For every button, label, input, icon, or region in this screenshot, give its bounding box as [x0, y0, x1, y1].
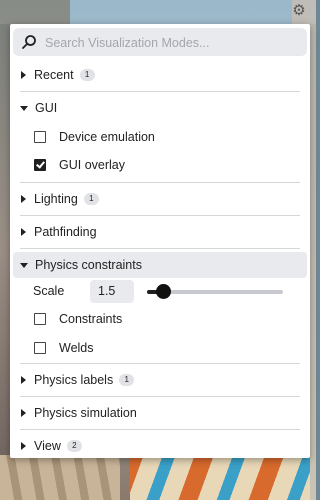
gear-icon[interactable]: ⚙ [291, 3, 307, 19]
section-gui[interactable]: GUI [13, 95, 307, 121]
option-label: Device emulation [59, 130, 155, 144]
option-constraints[interactable]: Constraints [34, 309, 122, 329]
section-recent[interactable]: Recent 1 [13, 62, 307, 88]
chevron-right-icon [21, 376, 26, 384]
scene-sign [0, 455, 120, 500]
scale-slider-thumb[interactable] [156, 284, 172, 299]
section-physics-constraints[interactable]: Physics constraints [13, 252, 307, 278]
option-device-emulation[interactable]: Device emulation [34, 127, 155, 147]
device-emulation-checkbox[interactable] [34, 131, 46, 143]
divider [20, 363, 300, 364]
section-recent-label: Recent [34, 68, 74, 82]
option-label: Welds [59, 341, 94, 355]
scale-slider[interactable] [147, 284, 283, 299]
divider [20, 182, 300, 183]
section-physics-labels[interactable]: Physics labels 1 [13, 367, 307, 393]
divider [20, 215, 300, 216]
section-recent-badge: 1 [79, 69, 95, 81]
search-bar [13, 28, 307, 56]
option-label: GUI overlay [59, 158, 125, 172]
chevron-right-icon [21, 442, 26, 450]
section-physics-simulation-label: Physics simulation [34, 406, 137, 420]
section-lighting-label: Lighting [34, 192, 78, 206]
chevron-down-icon [20, 105, 28, 111]
section-pathfinding-label: Pathfinding [34, 225, 97, 239]
section-physics-simulation[interactable]: Physics simulation [13, 400, 307, 426]
welds-checkbox[interactable] [34, 342, 46, 354]
search-icon [22, 35, 36, 49]
section-physics-labels-label: Physics labels [34, 373, 114, 387]
top-bar [0, 0, 316, 24]
section-view-label: View [34, 439, 61, 453]
chevron-right-icon [21, 409, 26, 417]
section-lighting-badge: 1 [83, 193, 99, 205]
section-view-badge: 2 [66, 440, 82, 452]
section-gui-label: GUI [35, 101, 58, 115]
divider [20, 396, 300, 397]
search-input[interactable] [43, 32, 297, 54]
section-physics-constraints-label: Physics constraints [35, 258, 142, 272]
divider [20, 248, 300, 249]
option-label: Constraints [59, 312, 123, 326]
section-pathfinding[interactable]: Pathfinding [13, 219, 307, 245]
option-welds[interactable]: Welds [34, 338, 94, 358]
option-gui-overlay[interactable]: GUI overlay [34, 155, 125, 175]
gui-overlay-checkbox[interactable] [34, 159, 46, 171]
chevron-down-icon [20, 262, 28, 268]
chevron-right-icon [21, 71, 26, 79]
scale-value-field[interactable]: 1.5 [90, 280, 134, 303]
scale-row: Scale 1.5 [33, 280, 293, 304]
constraints-checkbox[interactable] [34, 313, 46, 325]
section-lighting[interactable]: Lighting 1 [13, 186, 307, 212]
divider [20, 91, 300, 92]
visualization-modes-panel: Recent 1 GUI Device emulation GUI overla… [10, 24, 310, 458]
divider [20, 429, 300, 430]
section-view[interactable]: View 2 [13, 433, 307, 459]
scale-label: Scale [33, 284, 65, 298]
section-physics-labels-badge: 1 [119, 374, 135, 386]
chevron-right-icon [21, 195, 26, 203]
chevron-right-icon [21, 228, 26, 236]
